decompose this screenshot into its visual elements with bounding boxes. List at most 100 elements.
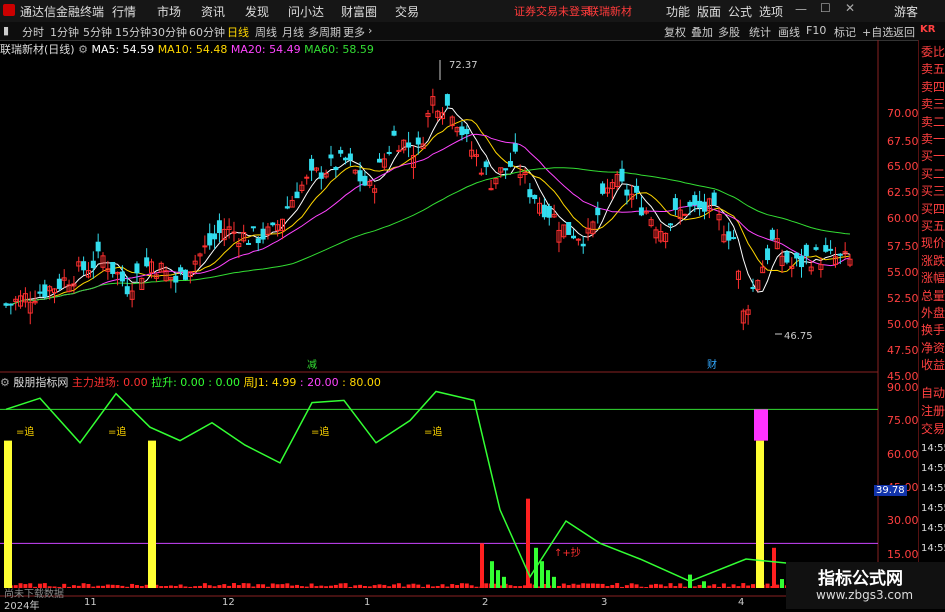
zhuli-bar <box>105 584 110 588</box>
candle-body <box>527 189 533 198</box>
zhuli-bar <box>270 583 275 588</box>
zhuli-bar <box>605 586 610 588</box>
zhui-label-4: =追 <box>424 425 442 438</box>
quote-row-label: 涨跌 <box>921 253 945 268</box>
zhuli-bar <box>168 585 173 588</box>
zhuli-bar <box>275 584 280 588</box>
zhuli-bar <box>76 585 81 588</box>
zhuli-bar <box>188 586 193 588</box>
zhuli-bar <box>382 584 387 588</box>
zhuli-bar <box>71 585 76 588</box>
zhuli-bar <box>586 583 591 588</box>
zhuli-bar <box>309 583 314 588</box>
x-tick: 2 <box>482 597 489 608</box>
candle-body <box>575 238 581 241</box>
chart-canvas[interactable]: 72.37 46.75 减 财 =追 =追 =追 =追 ↑+抄 <box>0 0 918 609</box>
zhuli-bar <box>328 585 333 588</box>
candle-body <box>541 204 547 218</box>
zhuli-bar <box>581 583 586 588</box>
zhuli-bar <box>319 585 324 588</box>
zhuli-bar <box>644 586 649 588</box>
candle-body <box>8 303 14 306</box>
y-tick: 52.50 <box>887 292 919 305</box>
zhuli-bar <box>508 585 513 588</box>
zhui-label-3: =追 <box>311 425 329 438</box>
candle-body <box>668 223 674 226</box>
ind-blank: : 0.00 <box>208 376 240 389</box>
candle-body <box>837 253 843 256</box>
quote-lower-label[interactable]: 注册 <box>921 402 945 419</box>
candle-body <box>178 267 184 272</box>
ind-y-tick: 30.00 <box>887 514 919 527</box>
ind-zhouj1: 周J1: 4.99 <box>243 376 297 389</box>
tick-time: 14:55 <box>921 483 945 494</box>
zhuli-bar <box>474 586 479 588</box>
green-spike <box>552 576 556 588</box>
zhuli-bar <box>692 586 697 588</box>
indicator-settings-icon[interactable]: ⚙ <box>0 376 10 389</box>
zhuli-bar <box>377 584 382 588</box>
zhuli-bar <box>120 585 125 588</box>
signal-bar-magenta <box>754 409 768 441</box>
zhuli-bar <box>484 583 489 588</box>
zhuli-bar <box>304 586 309 588</box>
zhuli-bar <box>678 583 683 588</box>
zhui-label-2: =追 <box>108 425 126 438</box>
zhuli-bar <box>634 584 639 588</box>
indicator-name[interactable]: 殷朋指标网 <box>13 376 68 389</box>
candle-body <box>765 248 771 261</box>
signal-bar <box>4 440 12 588</box>
quote-lower-label[interactable]: 交易 <box>921 420 945 437</box>
quote-row-label: 换手 <box>921 323 945 338</box>
zhuli-bar <box>96 585 101 588</box>
ind-20: : 20.00 <box>299 376 339 389</box>
zhuli-bar <box>401 586 406 588</box>
candle-body <box>580 243 586 247</box>
zhuli-bar <box>251 586 256 588</box>
zhuli-bar <box>396 583 401 588</box>
green-spike <box>490 561 494 588</box>
watermark-title: 指标公式网 <box>818 569 903 589</box>
zhuli-bar <box>459 583 464 588</box>
zhuli-bar <box>198 585 203 588</box>
red-spike <box>480 543 484 588</box>
quote-row-label: 买一 <box>921 149 945 164</box>
candle-body <box>250 226 256 229</box>
candle-body <box>182 269 188 280</box>
zhuli-bar <box>299 586 304 588</box>
candle-body <box>212 233 218 240</box>
y-tick: 55.00 <box>887 266 919 279</box>
quote-row-label: 委比 <box>921 45 945 59</box>
x-tick: 3 <box>601 597 608 608</box>
high-price-label: 72.37 <box>449 60 478 71</box>
candle-body <box>333 167 339 171</box>
zhuli-bar <box>571 583 576 588</box>
zhuli-bar <box>445 586 450 588</box>
zhuli-bar <box>202 583 207 588</box>
marker-cai: 财 <box>707 358 717 371</box>
zhuli-bar <box>333 584 338 588</box>
candle-body <box>110 261 116 274</box>
zhuli-bar <box>576 584 581 588</box>
zhuli-bar <box>134 585 139 588</box>
signal-bar <box>148 440 156 588</box>
candle-body <box>362 175 368 186</box>
zhuli-bar <box>348 586 353 588</box>
candle-body <box>784 251 790 263</box>
watermark-url: www.zbgs3.com <box>816 588 914 602</box>
zhuli-bar <box>726 586 731 588</box>
zhuli-bar <box>624 585 629 588</box>
zhuli-bar <box>367 586 372 588</box>
quote-row-label: 卖四 <box>921 79 945 94</box>
tick-time: 14:55 <box>921 443 945 454</box>
candle-body <box>338 150 344 154</box>
candle-body <box>571 235 577 239</box>
y-tick: 65.00 <box>887 160 919 173</box>
candle-body <box>260 228 266 240</box>
candle-body <box>81 261 87 271</box>
zhuli-bar <box>217 585 222 588</box>
zhuli-bar <box>721 583 726 588</box>
candle-body <box>701 201 707 212</box>
zhou-j1-line <box>5 390 851 583</box>
quote-lower-label[interactable]: 自动 <box>921 384 945 401</box>
